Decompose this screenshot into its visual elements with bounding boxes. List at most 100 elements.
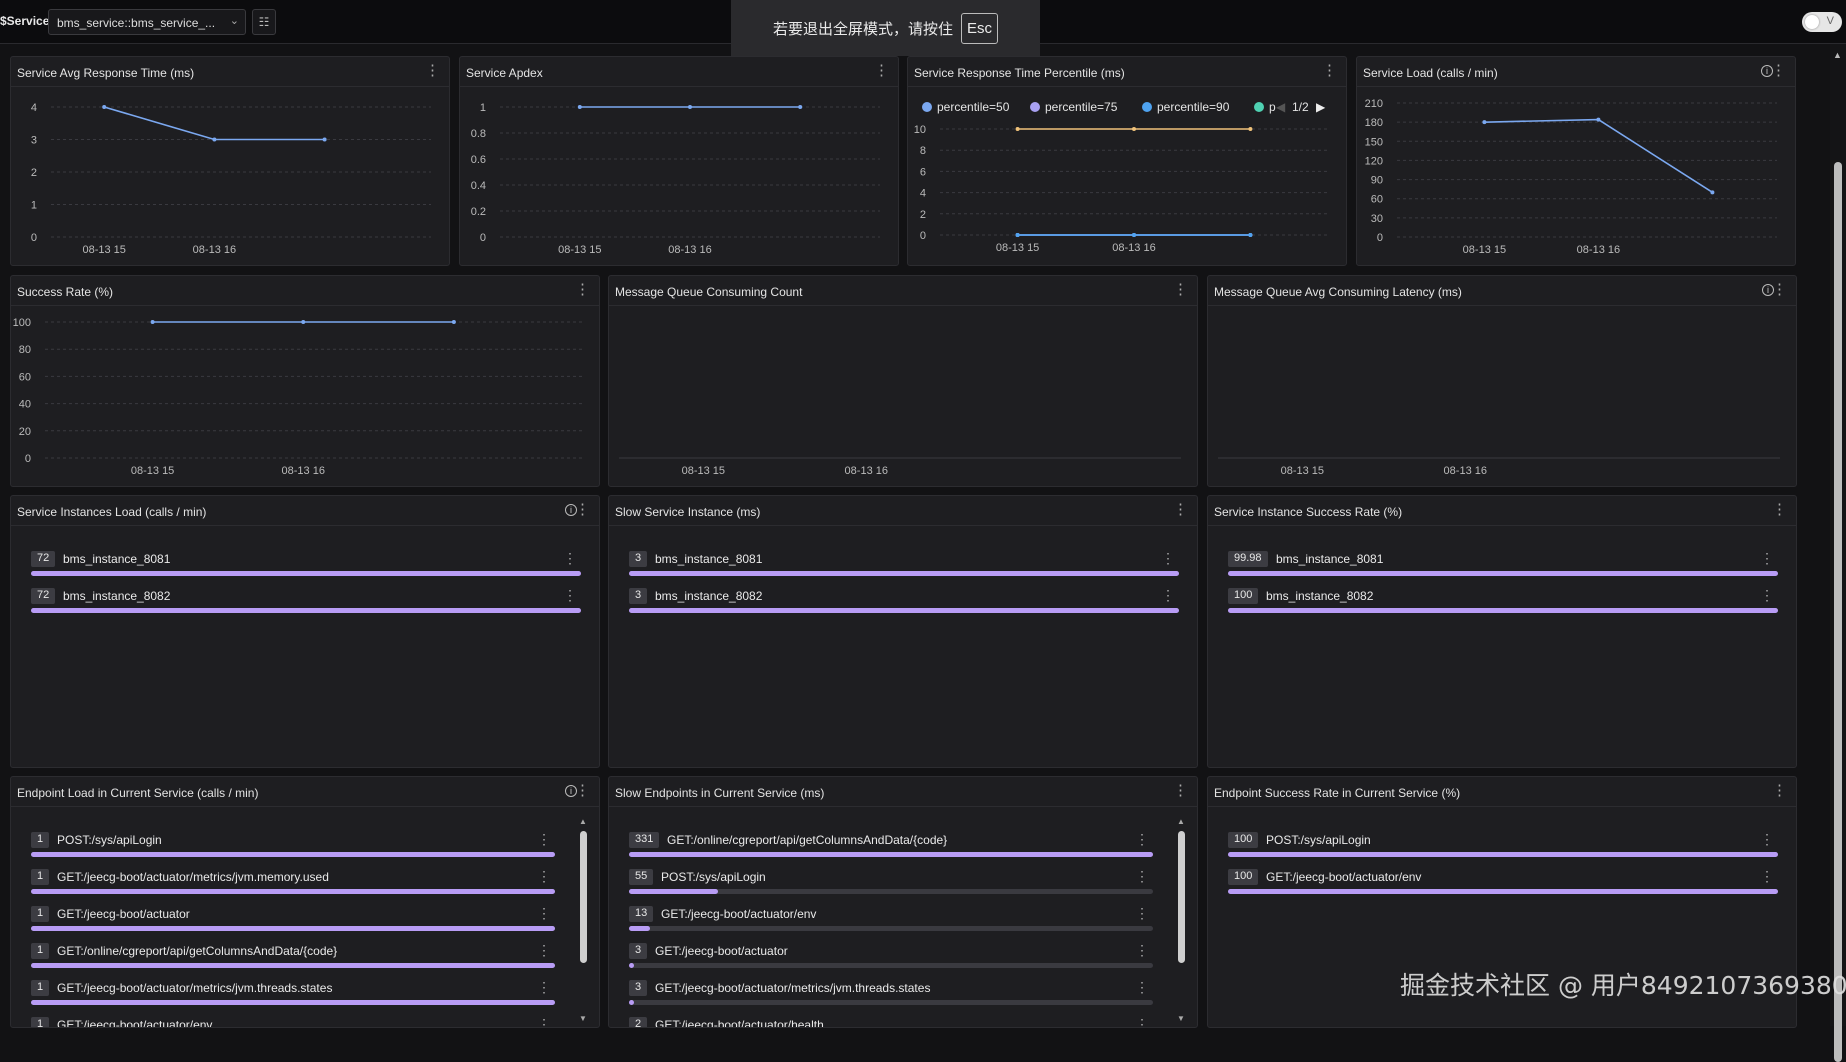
vertical-dots-icon[interactable]: ⋮ — [1135, 868, 1149, 885]
list-scrollbar[interactable]: ▲ ▼ — [579, 817, 587, 1023]
list-item[interactable]: 72 bms_instance_8082 ⋮ — [31, 584, 581, 621]
legend-swatch — [1142, 102, 1152, 112]
panel-success-rate: Success Rate (%) ⋮ 0 20 40 60 80 100 08-13 15 08… — [10, 275, 600, 487]
page-scroll-thumb[interactable] — [1834, 162, 1842, 1062]
list-item[interactable]: 1 GET:/jeecg-boot/actuator/metrics/jvm.me… — [31, 865, 555, 902]
panel-mq-consuming-latency: Message Queue Avg Consuming Latency (ms)… — [1207, 275, 1797, 487]
item-label: POST:/sys/apiLogin — [57, 833, 162, 847]
list-item[interactable]: 1 GET:/online/cgreport/api/getColumnsAndD… — [31, 939, 555, 976]
vertical-dots-icon[interactable]: ⋮ — [1760, 587, 1774, 604]
item-label: GET:/jeecg-boot/actuator/env — [1266, 870, 1422, 884]
vertical-dots-icon[interactable]: ⋮ — [874, 63, 889, 78]
y-tick-label: 2 — [920, 209, 926, 221]
vertical-dots-icon[interactable]: ⋮ — [1173, 502, 1188, 517]
vertical-dots-icon[interactable]: ⋮ — [537, 831, 551, 848]
panel-header: Slow Service Instance (ms) ⋮ — [609, 496, 1197, 526]
list-item[interactable]: 100 bms_instance_8082 ⋮ — [1228, 584, 1778, 621]
list-item[interactable]: 100 GET:/jeecg-boot/actuator/env ⋮ — [1228, 865, 1778, 902]
y-tick-label: 20 — [19, 426, 31, 438]
vertical-dots-icon[interactable]: ⋮ — [575, 502, 590, 517]
scroll-thumb[interactable] — [580, 831, 587, 963]
value-bar-fill — [629, 926, 650, 931]
vertical-dots-icon[interactable]: ⋮ — [537, 868, 551, 885]
vertical-dots-icon[interactable]: ⋮ — [1772, 783, 1787, 798]
legend-next-icon[interactable]: ▶ — [1316, 100, 1326, 114]
vertical-dots-icon[interactable]: ⋮ — [1173, 783, 1188, 798]
item-label: GET:/jeecg-boot/actuator — [57, 907, 190, 921]
topology-button[interactable]: ☷ — [252, 9, 276, 35]
scroll-down-icon[interactable]: ▼ — [1177, 1014, 1185, 1023]
value-badge: 72 — [31, 551, 56, 567]
list-item[interactable]: 3 GET:/jeecg-boot/actuator ⋮ — [629, 939, 1153, 976]
vertical-dots-icon[interactable]: ⋮ — [537, 1016, 551, 1027]
vertical-dots-icon[interactable]: ⋮ — [1760, 550, 1774, 567]
vertical-dots-icon[interactable]: ⋮ — [1135, 831, 1149, 848]
list-item[interactable]: 99.98 bms_instance_8081 ⋮ — [1228, 547, 1778, 584]
page-scrollbar[interactable]: ▲ — [1830, 44, 1846, 1062]
vertical-dots-icon[interactable]: ⋮ — [1772, 282, 1787, 297]
panel-service-load: Service Load (calls / min) i ⋮ 0 30 60 90 120 1… — [1356, 56, 1796, 266]
vertical-dots-icon[interactable]: ⋮ — [1760, 831, 1774, 848]
vertical-dots-icon[interactable]: ⋮ — [1760, 868, 1774, 885]
item-label: bms_instance_8082 — [655, 589, 763, 603]
legend-prev-icon[interactable]: ◀ — [1276, 100, 1286, 114]
list-item[interactable]: 100 POST:/sys/apiLogin ⋮ — [1228, 828, 1778, 865]
vertical-dots-icon[interactable]: ⋮ — [537, 905, 551, 922]
vertical-dots-icon[interactable]: ⋮ — [537, 979, 551, 996]
list-scrollbar[interactable]: ▲ ▼ — [1177, 817, 1185, 1023]
vertical-dots-icon[interactable]: ⋮ — [1135, 1016, 1149, 1027]
theme-toggle[interactable]: V — [1802, 12, 1842, 32]
vertical-dots-icon[interactable]: ⋮ — [563, 550, 577, 567]
list-item[interactable]: 331 GET:/online/cgreport/api/getColumnsAn… — [629, 828, 1153, 865]
vertical-dots-icon[interactable]: ⋮ — [1772, 502, 1787, 517]
service-selector-label: $Service — [0, 14, 50, 28]
data-point — [150, 320, 155, 324]
vertical-dots-icon[interactable]: ⋮ — [563, 587, 577, 604]
list-item[interactable]: 1 GET:/jeecg-boot/actuator/metrics/jvm.th… — [31, 976, 555, 1013]
list-item[interactable]: 13 GET:/jeecg-boot/actuator/env ⋮ — [629, 902, 1153, 939]
data-point — [1248, 127, 1253, 131]
vertical-dots-icon[interactable]: ⋮ — [1161, 550, 1175, 567]
vertical-dots-icon[interactable]: ⋮ — [1322, 63, 1337, 78]
panel-title: Service Avg Response Time (ms) — [17, 66, 195, 80]
list-item[interactable]: 3 bms_instance_8081 ⋮ — [629, 547, 1179, 584]
data-point — [301, 320, 306, 324]
vertical-dots-icon[interactable]: ⋮ — [575, 282, 590, 297]
vertical-dots-icon[interactable]: ⋮ — [1771, 63, 1786, 78]
item-label: bms_instance_8081 — [63, 552, 171, 566]
list-item[interactable]: 3 GET:/jeecg-boot/actuator/metrics/jvm.th… — [629, 976, 1153, 1013]
vertical-dots-icon[interactable]: ⋮ — [425, 63, 440, 78]
x-tick-label: 08-13 15 — [1463, 244, 1506, 256]
vertical-dots-icon[interactable]: ⋮ — [1135, 905, 1149, 922]
legend-swatch — [922, 102, 932, 112]
data-point — [1248, 233, 1253, 237]
value-bar-track — [629, 1000, 1153, 1005]
vertical-dots-icon[interactable]: ⋮ — [575, 783, 590, 798]
list-item[interactable]: 1 GET:/jeecg-boot/actuator ⋮ — [31, 902, 555, 939]
vertical-dots-icon[interactable]: ⋮ — [1135, 942, 1149, 959]
value-bar-track — [1228, 852, 1778, 857]
service-select-value: bms_service::bms_service_... — [57, 16, 216, 30]
service-select[interactable]: bms_service::bms_service_... ⌄ — [48, 9, 246, 35]
vertical-dots-icon[interactable]: ⋮ — [537, 942, 551, 959]
scroll-thumb[interactable] — [1178, 831, 1185, 963]
list-item[interactable]: 3 bms_instance_8082 ⋮ — [629, 584, 1179, 621]
list-item[interactable]: 55 POST:/sys/apiLogin ⋮ — [629, 865, 1153, 902]
vertical-dots-icon[interactable]: ⋮ — [1173, 282, 1188, 297]
vertical-dots-icon[interactable]: ⋮ — [1161, 587, 1175, 604]
list-item[interactable]: 1 POST:/sys/apiLogin ⋮ — [31, 828, 555, 865]
value-badge: 1 — [31, 832, 50, 848]
scroll-up-icon[interactable]: ▲ — [1177, 817, 1185, 826]
value-bar-fill — [629, 963, 635, 968]
value-bar-track — [31, 1000, 555, 1005]
scroll-up-icon[interactable]: ▲ — [579, 817, 587, 826]
scroll-up-icon[interactable]: ▲ — [1833, 50, 1842, 60]
list-item[interactable]: 72 bms_instance_8081 ⋮ — [31, 547, 581, 584]
panel-title: Endpoint Success Rate in Current Service… — [1214, 786, 1461, 800]
panel-title: Service Instance Success Rate (%) — [1214, 505, 1403, 519]
value-badge: 55 — [629, 869, 654, 885]
value-bar-track — [31, 571, 581, 576]
scroll-down-icon[interactable]: ▼ — [579, 1014, 587, 1023]
y-tick-label: 0.2 — [471, 206, 486, 218]
vertical-dots-icon[interactable]: ⋮ — [1135, 979, 1149, 996]
